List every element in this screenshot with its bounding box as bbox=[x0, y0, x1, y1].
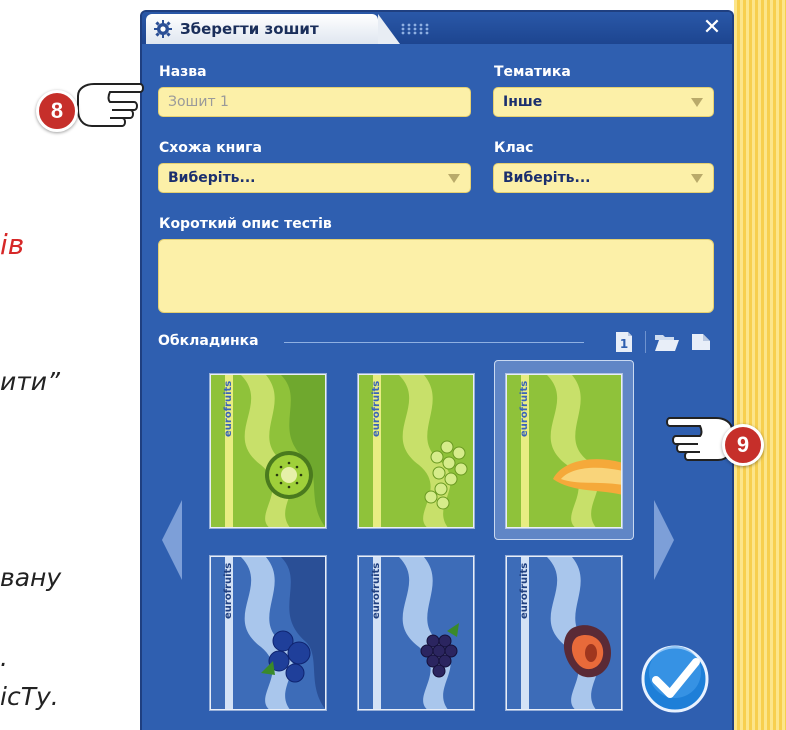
drag-handle-icon[interactable] bbox=[400, 21, 430, 40]
cover-section-header: Обкладинка 1 bbox=[158, 330, 714, 354]
page-text-fragment: вану bbox=[0, 563, 62, 592]
class-select[interactable]: Виберіть... bbox=[493, 163, 714, 193]
dropdown-arrow-icon bbox=[691, 98, 703, 107]
next-arrow-icon[interactable] bbox=[652, 500, 674, 584]
topic-value: Інше bbox=[503, 94, 543, 110]
cover-thumbnail-melon[interactable]: eurofruits bbox=[506, 374, 622, 528]
cover-brand-text: eurofruits bbox=[371, 381, 382, 437]
cover-thumbnail-plum[interactable]: eurofruits bbox=[506, 556, 622, 710]
class-value: Виберіть... bbox=[503, 170, 591, 186]
dropdown-arrow-icon bbox=[448, 174, 460, 183]
topic-select[interactable]: Інше bbox=[493, 87, 714, 117]
confirm-button[interactable] bbox=[640, 644, 710, 718]
topic-label: Тематика bbox=[494, 64, 571, 80]
page-text-fragment: ити” bbox=[0, 367, 61, 396]
dialog-title-tab: Зберегти зошит bbox=[146, 14, 400, 44]
page-text-fragment: ів bbox=[0, 228, 25, 261]
page-number-text: 1 bbox=[620, 337, 628, 351]
name-label: Назва bbox=[159, 64, 207, 80]
similar-book-label: Схожа книга bbox=[159, 140, 262, 156]
cover-thumbnail-blueberries[interactable]: eurofruits bbox=[210, 556, 326, 710]
dialog-titlebar[interactable]: Зберегти зошит ✕ bbox=[142, 12, 732, 44]
cover-brand-text: eurofruits bbox=[519, 381, 530, 437]
description-textarea[interactable] bbox=[158, 239, 714, 313]
callout-9: 9 bbox=[656, 400, 776, 480]
checkmark-icon bbox=[641, 645, 709, 713]
callout-8: 8 bbox=[36, 70, 146, 140]
page-number-icon[interactable]: 1 bbox=[611, 330, 637, 354]
folder-open-icon[interactable] bbox=[654, 330, 680, 354]
cover-brand-text: eurofruits bbox=[371, 563, 382, 619]
divider bbox=[645, 331, 646, 353]
cover-thumbnail-kiwi[interactable]: eurofruits bbox=[210, 374, 326, 528]
cover-brand-text: eurofruits bbox=[223, 381, 234, 437]
description-label: Короткий опис тестів bbox=[159, 216, 332, 232]
gear-icon bbox=[154, 20, 172, 38]
dialog-title: Зберегти зошит bbox=[180, 20, 319, 38]
cover-thumbnail-blackberries[interactable]: eurofruits bbox=[358, 556, 474, 710]
previous-arrow-icon[interactable] bbox=[162, 500, 184, 584]
class-label: Клас bbox=[494, 140, 534, 156]
cover-brand-text: eurofruits bbox=[519, 563, 530, 619]
callout-number: 8 bbox=[36, 90, 78, 132]
divider bbox=[284, 342, 584, 343]
pointing-hand-icon bbox=[77, 83, 144, 127]
page-decoration-stripes bbox=[734, 0, 786, 730]
name-field[interactable]: Зошит 1 bbox=[158, 87, 471, 117]
page-text-fragment: ісТу. bbox=[0, 682, 59, 711]
dropdown-arrow-icon bbox=[691, 174, 703, 183]
page-text-fragment: . bbox=[0, 643, 8, 672]
save-notebook-dialog: Зберегти зошит ✕ Назва Зошит 1 Тематика … bbox=[140, 10, 734, 730]
cover-thumbnail-grapes[interactable]: eurofruits bbox=[358, 374, 474, 528]
close-button[interactable]: ✕ bbox=[700, 16, 724, 40]
cover-brand-text: eurofruits bbox=[223, 563, 234, 619]
similar-book-value: Виберіть... bbox=[168, 170, 256, 186]
similar-book-select[interactable]: Виберіть... bbox=[158, 163, 471, 193]
callout-number: 9 bbox=[722, 424, 764, 466]
new-file-icon[interactable] bbox=[688, 330, 714, 354]
cover-label: Обкладинка bbox=[158, 333, 259, 349]
